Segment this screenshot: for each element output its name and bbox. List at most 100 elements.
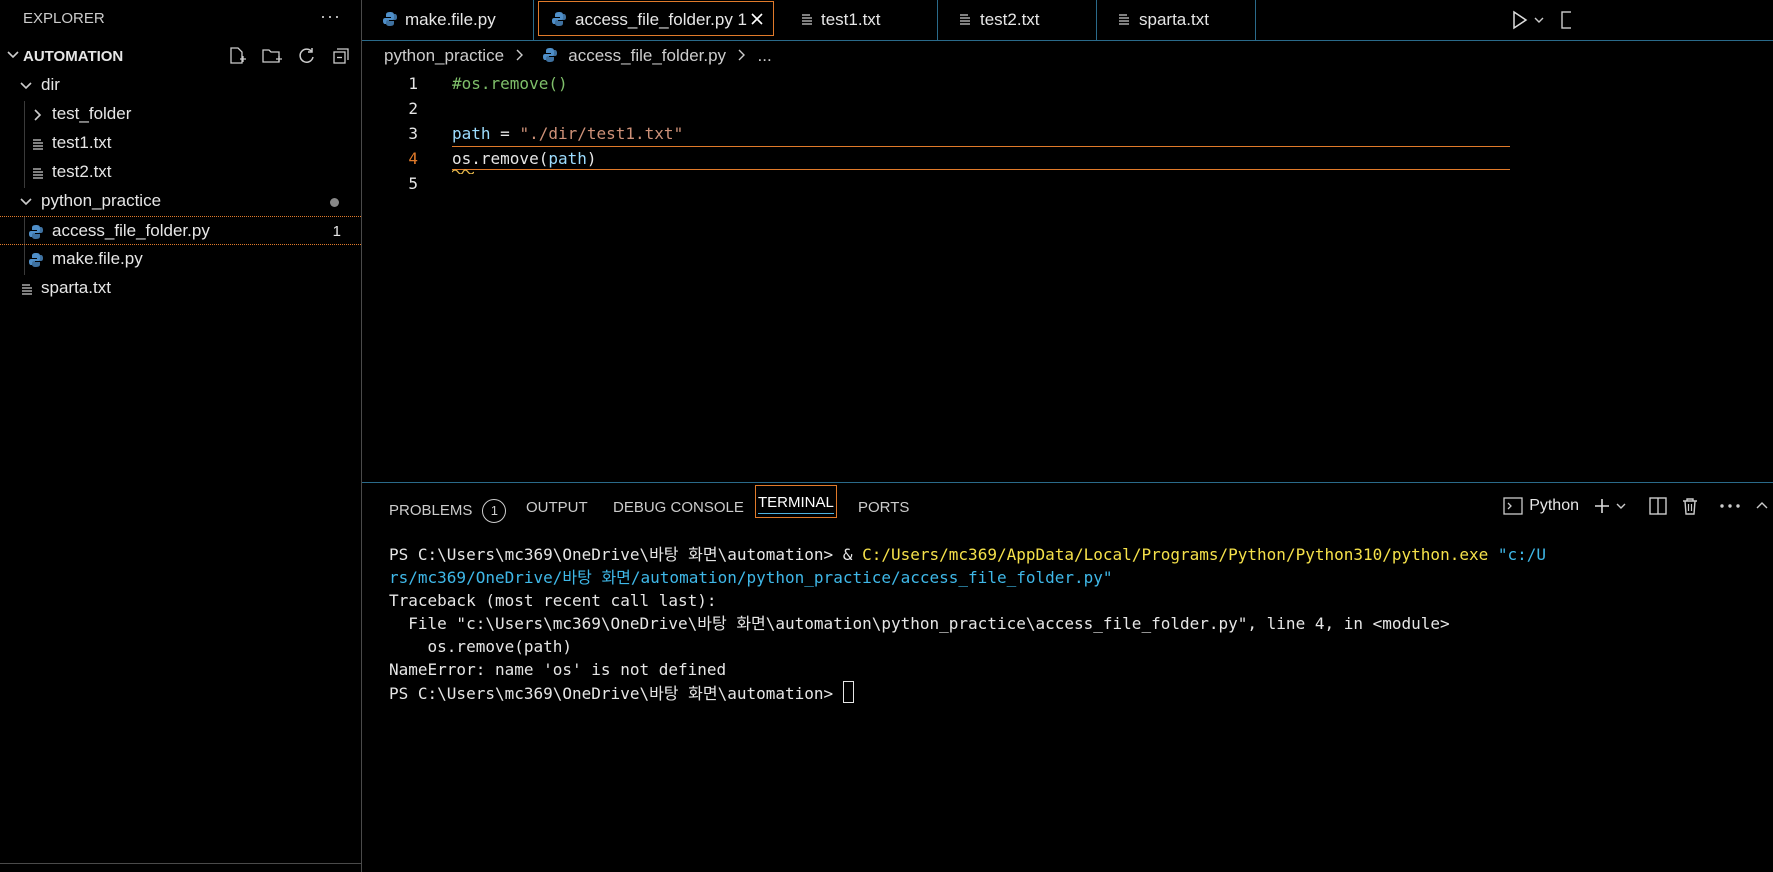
panel-actions: Python [1503,497,1769,515]
terminal-profile-label[interactable]: Python [1529,497,1579,515]
terminal-output[interactable]: PS C:\Users\mc369\OneDrive\바탕 화면\automat… [389,543,1546,705]
text-file-icon [33,139,43,150]
terminal-traceback-header: Traceback (most recent call last): [389,591,717,610]
tab-debug-console[interactable]: DEBUG CONSOLE [613,499,744,516]
code-call: os.remove( [452,149,549,168]
tab-test1[interactable]: test1.txt [778,0,938,40]
split-editor-icon[interactable] [1561,10,1571,30]
line-number: 3 [408,124,418,143]
chevron-down-icon [20,82,32,90]
tree-label: test2.txt [52,162,112,181]
new-folder-icon[interactable] [261,46,283,66]
tree-file-access-file-folder[interactable]: access_file_folder.py 1 [0,216,361,245]
breadcrumb-symbol[interactable]: ... [758,46,772,65]
breadcrumb-file[interactable]: access_file_folder.py [568,46,726,65]
tab-label: test2.txt [980,10,1040,29]
terminal-cursor [842,681,854,703]
chevron-right-icon [34,109,42,121]
text-file-icon [1119,14,1129,25]
tab-terminal[interactable]: TERMINAL [755,485,837,518]
explorer-title: EXPLORER [23,10,105,27]
more-actions-icon[interactable] [1719,503,1741,509]
python-file-icon [552,12,566,26]
tab-test2[interactable]: test2.txt [938,0,1097,40]
chevron-down-icon [7,51,19,59]
tree-label: test_folder [52,104,132,123]
breadcrumb-folder[interactable]: python_practice [384,46,504,65]
chevron-down-icon[interactable] [1533,14,1545,26]
split-terminal-icon[interactable] [1649,497,1667,515]
refresh-icon[interactable] [297,46,317,66]
python-file-icon [29,225,43,239]
new-file-icon[interactable] [227,46,247,66]
tab-access-file-folder[interactable]: access_file_folder.py 1 [538,1,774,36]
trash-icon[interactable] [1681,497,1699,515]
chevron-down-icon[interactable] [1615,500,1627,512]
collapse-all-icon[interactable] [331,46,351,66]
tree-label: sparta.txt [41,278,111,297]
tree-folder-python-practice[interactable]: python_practice [0,187,361,216]
terminal-script-arg: "c:/U [1488,545,1547,564]
terminal-icon [1503,497,1523,515]
editor-tab-bar: make.file.py access_file_folder.py 1 tes… [362,0,1773,41]
chevron-right-icon [738,49,745,61]
explorer-sidebar: EXPLORER ··· AUTOMATION dir test_folder … [0,0,362,872]
run-icon[interactable] [1511,10,1529,30]
tab-output[interactable]: OUTPUT [526,499,588,516]
workspace-section-header[interactable]: AUTOMATION [0,44,361,70]
tree-folder-dir[interactable]: dir [0,71,361,100]
chevron-up-icon[interactable] [1755,500,1769,512]
text-file-icon [33,168,43,179]
tree-label: dir [41,75,60,94]
text-file-icon [22,284,32,295]
tree-label: python_practice [41,191,162,210]
python-file-icon [29,253,43,267]
breadcrumb: python_practice access_file_folder.py ..… [384,46,778,66]
text-file-icon [802,14,812,25]
code-paren: ) [586,149,597,168]
chevron-down-icon [20,198,32,206]
tab-ports[interactable]: PORTS [858,499,909,516]
code-string: "./dir/test1.txt" [519,124,684,143]
add-terminal-icon[interactable] [1593,497,1611,515]
tree-label: make.file.py [52,249,143,268]
tab-label: make.file.py [405,10,496,29]
chevron-right-icon [516,49,523,61]
workspace-label: AUTOMATION [23,48,124,65]
sidebar-footer-divider [0,863,361,872]
code-editor[interactable]: 1 2 3 4 5 #os.remove() path = "./dir/tes… [362,72,1773,480]
code-comment: #os.remove() [452,74,568,93]
tab-problems[interactable]: PROBLEMS 1 [389,499,507,523]
text-file-icon [960,14,970,25]
terminal-python-exe: C:/Users/mc369/AppData/Local/Programs/Py… [862,545,1489,564]
close-icon[interactable] [749,11,765,27]
tab-sparta[interactable]: sparta.txt [1097,0,1256,40]
tree-file-test1[interactable]: test1.txt [0,129,361,158]
tab-make-file[interactable]: make.file.py [362,0,534,40]
terminal-prompt: PS C:\Users\mc369\OneDrive\바탕 화면\automat… [389,684,843,703]
line-number: 4 [408,149,418,168]
tab-label: access_file_folder.py 1 [575,10,747,29]
error-squiggle [452,169,474,174]
terminal-traceback-file: File "c:\Users\mc369\OneDrive\바탕 화면\auto… [389,614,1450,633]
current-line-highlight [452,146,1510,170]
python-file-icon [542,48,557,62]
terminal-prompt: PS C:\Users\mc369\OneDrive\바탕 화면\automat… [389,545,863,564]
tree-folder-test-folder[interactable]: test_folder [0,100,361,129]
tab-label: PROBLEMS [389,502,473,519]
modified-dot [330,198,339,207]
tree-file-sparta[interactable]: sparta.txt [0,274,361,303]
tree-file-test2[interactable]: test2.txt [0,158,361,187]
tree-file-make-file[interactable]: make.file.py [0,245,361,274]
bottom-panel: PROBLEMS 1 OUTPUT DEBUG CONSOLE TERMINAL … [362,482,1773,872]
line-number: 1 [408,74,418,93]
terminal-error-message: NameError: name 'os' is not defined [389,660,727,679]
code-line-4: os.remove(path) [452,149,597,168]
code-variable: path [548,149,587,168]
terminal-script-arg-cont: rs/mc369/OneDrive/바탕 화면/automation/pytho… [389,568,1113,587]
tree-label: test1.txt [52,133,112,152]
problem-count-badge: 1 [332,223,341,240]
line-number: 5 [408,174,418,193]
terminal-traceback-code: os.remove(path) [389,637,573,656]
more-actions-icon[interactable]: ··· [320,6,341,27]
